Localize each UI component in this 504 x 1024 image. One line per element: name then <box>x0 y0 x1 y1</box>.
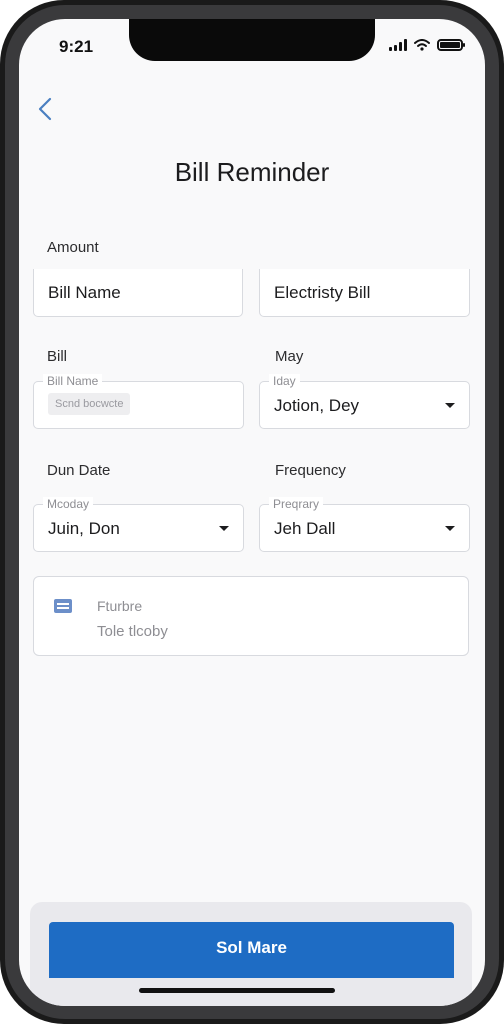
bill-name-field[interactable]: Bill Name <box>33 269 243 317</box>
app-screen: 9:21 Bill Reminder Amount Bill Name Elec… <box>19 19 485 1006</box>
due-date-float-label: Mcoday <box>43 497 94 511</box>
amount-label: Amount <box>47 239 99 256</box>
due-date-label: Dun Date <box>47 462 111 479</box>
battery-icon <box>437 39 465 51</box>
may-value: Jotion, Dey <box>274 396 360 415</box>
bill-name-value: Bill Name <box>48 283 121 302</box>
due-date-value: Juin, Don <box>48 519 120 538</box>
bill-name-input[interactable]: Bill Name Scnd bocwcte <box>33 374 244 429</box>
electricity-bill-value: Electristy Bill <box>274 283 371 302</box>
chevron-down-icon <box>219 526 229 531</box>
bill-name-float-label: Bill Name <box>43 374 103 388</box>
chevron-down-icon <box>445 403 455 408</box>
may-float-label: Iday <box>269 374 300 388</box>
notch <box>129 19 375 61</box>
cellular-signal-icon <box>389 39 407 51</box>
bill-label: Bill <box>47 348 68 365</box>
frequency-select[interactable]: Preqrary Jeh Dall <box>259 497 470 552</box>
notes-title: Fturbre <box>97 598 143 614</box>
may-select[interactable]: Iday Jotion, Dey <box>259 374 470 429</box>
due-date-select[interactable]: Mcoday Juin, Don <box>33 497 244 552</box>
status-icons <box>389 39 465 51</box>
save-button[interactable]: Sol Mare <box>49 922 454 978</box>
back-chevron-icon[interactable] <box>31 95 59 123</box>
card-icon <box>54 599 72 613</box>
bill-name-chip: Scnd bocwcte <box>48 393 131 415</box>
page-title: Bill Reminder <box>174 157 330 187</box>
frequency-label: Frequency <box>275 462 346 479</box>
home-indicator <box>139 988 335 993</box>
chevron-down-icon <box>445 526 455 531</box>
notes-card[interactable]: Fturbre Tole tlcoby <box>33 576 469 656</box>
electricity-bill-field[interactable]: Electristy Bill <box>259 269 470 317</box>
frequency-float-label: Preqrary <box>269 497 324 511</box>
notes-subtitle: Tole tlcoby <box>97 623 168 640</box>
wifi-icon <box>414 39 430 51</box>
may-label: May <box>275 348 304 365</box>
frequency-value: Jeh Dall <box>274 519 336 538</box>
status-time: 9:21 <box>59 37 94 56</box>
